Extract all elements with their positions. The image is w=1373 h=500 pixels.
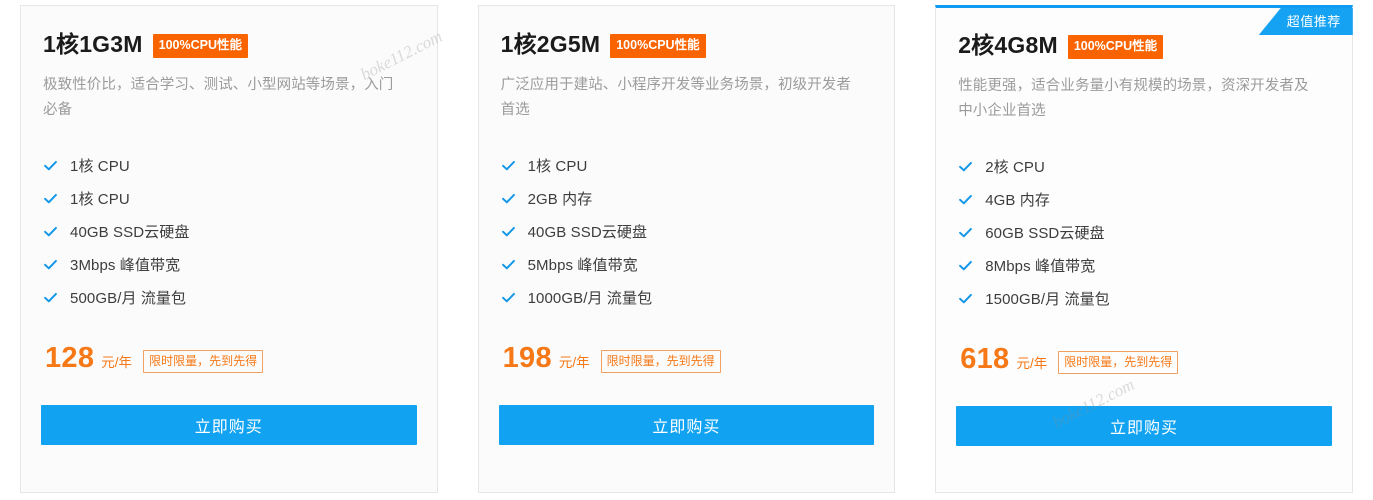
feature-label: 1核 CPU (70, 191, 130, 209)
feature-label: 8Mbps 峰值带宽 (985, 258, 1096, 276)
list-item: 40GB SSD云硬盘 (501, 215, 895, 248)
feature-label: 4GB 内存 (985, 192, 1050, 210)
feature-list: 1核 CPU 2GB 内存 40GB SSD云硬盘 5Mbps 峰值带宽 100… (479, 123, 895, 314)
list-item: 1000GB/月 流量包 (501, 281, 895, 314)
feature-list: 2核 CPU 4GB 内存 60GB SSD云硬盘 8Mbps 峰值带宽 150… (936, 124, 1352, 315)
pricing-card-1[interactable]: 1核1G3M 100%CPU性能 极致性价比，适合学习、测试、小型网站等场景，入… (20, 5, 438, 493)
list-item: 1核 CPU (43, 149, 437, 182)
promo-badge: 限时限量，先到先得 (600, 350, 721, 374)
check-icon (44, 260, 57, 270)
buy-now-button[interactable]: 立即购买 (41, 405, 417, 446)
plan-description: 性能更强，适合业务量小有规模的场景，资深开发者及中小企业首选 (958, 77, 1309, 119)
feature-label: 1核 CPU (70, 158, 130, 176)
feature-label: 1000GB/月 流量包 (527, 290, 653, 308)
buy-now-button[interactable]: 立即购买 (956, 406, 1332, 447)
price-amount: 198 (502, 342, 552, 375)
price-amount: 618 (960, 343, 1010, 376)
plan-description: 广泛应用于建站、小程序开发等业务场景，初级开发者首选 (500, 76, 851, 118)
list-item: 500GB/月 流量包 (43, 281, 437, 314)
cpu-performance-badge: 100%CPU性能 (610, 34, 706, 58)
list-item: 1核 CPU (43, 182, 437, 215)
check-icon (501, 161, 515, 171)
plan-title: 1核1G3M (43, 31, 143, 58)
check-icon (44, 293, 57, 303)
pricing-card-3[interactable]: 超值推荐 2核4G8M 100%CPU性能 性能更强，适合业务量小有规模的场景，… (935, 5, 1353, 493)
list-item: 2GB 内存 (501, 182, 895, 215)
list-item: 3Mbps 峰值带宽 (43, 248, 437, 281)
price-amount: 128 (45, 342, 95, 375)
check-icon (44, 161, 57, 171)
pricing-card-2[interactable]: 1核2G5M 100%CPU性能 广泛应用于建站、小程序开发等业务场景，初级开发… (477, 5, 896, 493)
promo-badge: 限时限量，先到先得 (143, 350, 264, 374)
feature-label: 500GB/月 流量包 (70, 290, 187, 308)
check-icon (959, 195, 973, 205)
feature-list: 1核 CPU 1核 CPU 40GB SSD云硬盘 3Mbps 峰值带宽 500… (21, 123, 437, 314)
check-icon (501, 227, 515, 237)
feature-label: 40GB SSD云硬盘 (70, 224, 190, 242)
pricing-plans-page: 1核1G3M 100%CPU性能 极致性价比，适合学习、测试、小型网站等场景，入… (0, 0, 1373, 500)
card-header: 1核1G3M 100%CPU性能 (21, 6, 437, 58)
list-item: 40GB SSD云硬盘 (43, 215, 437, 248)
price-unit: 元/年 (558, 355, 590, 371)
list-item: 1核 CPU (501, 149, 895, 182)
feature-label: 3Mbps 峰值带宽 (70, 257, 181, 275)
list-item: 60GB SSD云硬盘 (958, 216, 1352, 249)
cpu-performance-badge: 100%CPU性能 (1067, 35, 1164, 59)
card-header: 1核2G5M 100%CPU性能 (479, 6, 895, 58)
price-row: 198 元/年 限时限量，先到先得 (479, 314, 895, 375)
check-icon (959, 162, 973, 172)
feature-label: 2核 CPU (985, 159, 1045, 177)
feature-label: 1核 CPU (527, 158, 588, 176)
feature-label: 60GB SSD云硬盘 (985, 225, 1105, 243)
pricing-card-slot: 1核2G5M 100%CPU性能 广泛应用于建站、小程序开发等业务场景，初级开发… (458, 0, 916, 500)
promo-badge: 限时限量，先到先得 (1058, 351, 1179, 375)
check-icon (501, 293, 515, 303)
check-icon (959, 261, 973, 271)
feature-label: 40GB SSD云硬盘 (527, 224, 648, 242)
pricing-card-slot: 超值推荐 2核4G8M 100%CPU性能 性能更强，适合业务量小有规模的场景，… (915, 0, 1373, 500)
price-row: 128 元/年 限时限量，先到先得 (21, 314, 437, 375)
buy-now-button[interactable]: 立即购买 (498, 405, 875, 446)
check-icon (501, 194, 515, 204)
list-item: 2核 CPU (958, 150, 1352, 183)
list-item: 8Mbps 峰值带宽 (958, 249, 1352, 282)
price-row: 618 元/年 限时限量，先到先得 (936, 315, 1352, 376)
pricing-cards-row: 1核1G3M 100%CPU性能 极致性价比，适合学习、测试、小型网站等场景，入… (0, 0, 1373, 500)
list-item: 4GB 内存 (958, 183, 1352, 216)
check-icon (501, 260, 515, 270)
cpu-performance-badge: 100%CPU性能 (152, 34, 248, 58)
feature-label: 5Mbps 峰值带宽 (527, 257, 638, 275)
plan-title: 2核4G8M (958, 32, 1058, 59)
list-item: 1500GB/月 流量包 (958, 282, 1352, 315)
price-unit: 元/年 (1016, 356, 1048, 372)
price-unit: 元/年 (101, 355, 133, 371)
feature-label: 2GB 内存 (527, 191, 593, 209)
check-icon (959, 294, 973, 304)
pricing-card-slot: 1核1G3M 100%CPU性能 极致性价比，适合学习、测试、小型网站等场景，入… (0, 0, 458, 500)
plan-description: 极致性价比，适合学习、测试、小型网站等场景，入门必备 (43, 76, 394, 118)
check-icon (44, 227, 57, 237)
check-icon (959, 228, 973, 238)
plan-title: 1核2G5M (500, 31, 601, 58)
feature-label: 1500GB/月 流量包 (985, 291, 1110, 309)
check-icon (44, 194, 57, 204)
list-item: 5Mbps 峰值带宽 (501, 248, 895, 281)
